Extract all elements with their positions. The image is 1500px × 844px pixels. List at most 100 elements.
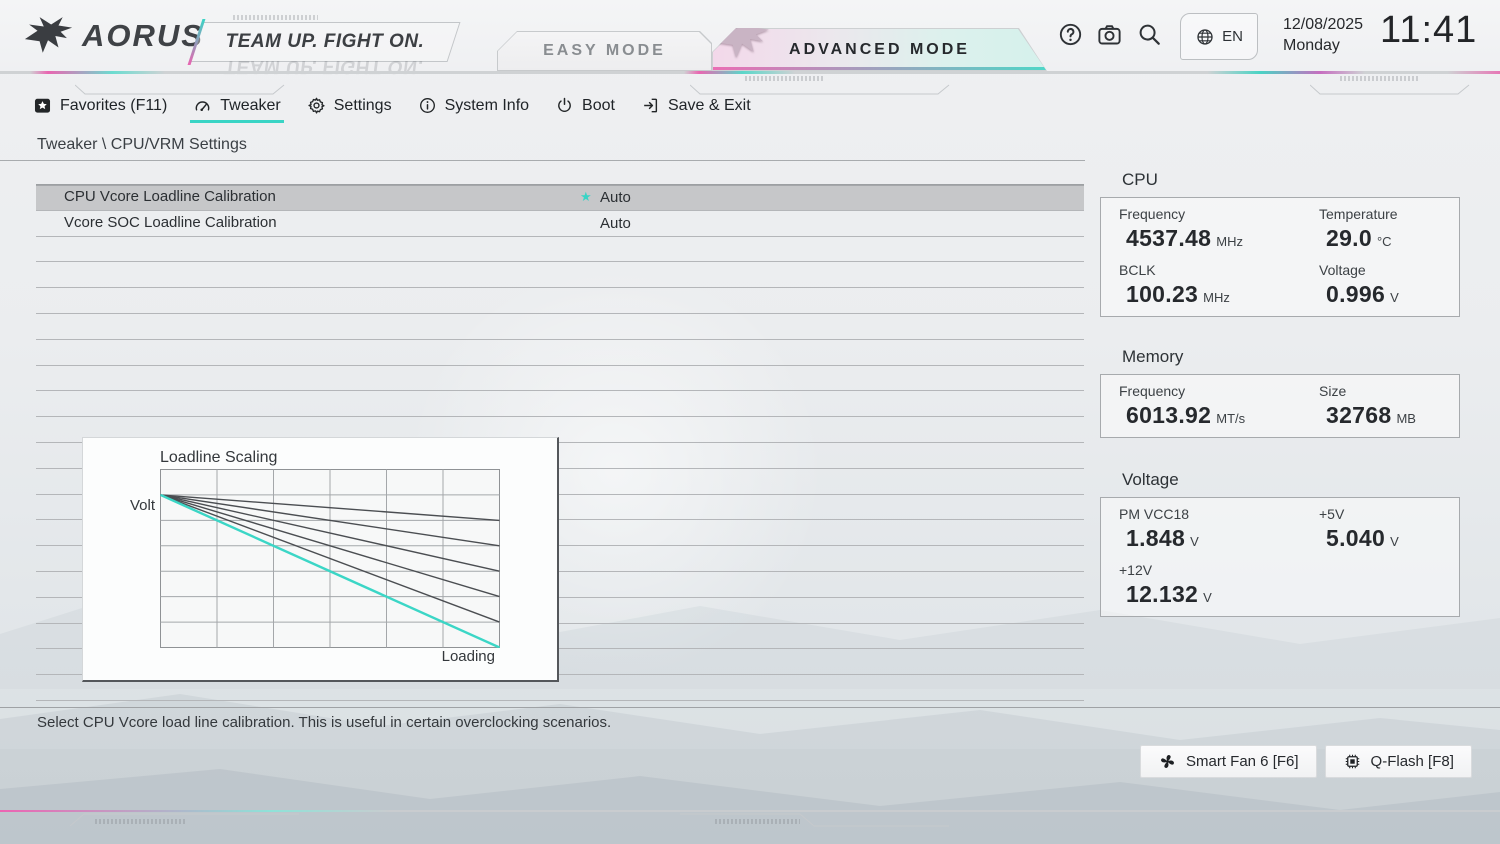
metric-label: BCLK xyxy=(1119,262,1319,278)
content-divider xyxy=(0,160,1085,161)
exit-icon xyxy=(641,96,660,115)
settings-row-empty xyxy=(36,288,1084,314)
setting-value-text: Auto xyxy=(600,215,631,232)
settings-row-vcore-soc-loadline-calibration[interactable]: Vcore SOC Loadline Calibration Auto xyxy=(36,211,1084,237)
metric-value: 0.996 xyxy=(1326,281,1385,308)
setting-value: Auto xyxy=(580,211,631,236)
metric-value: 100.23 xyxy=(1126,281,1198,308)
metric-value: 5.040 xyxy=(1326,525,1385,552)
menu-item-save-exit[interactable]: Save & Exit xyxy=(641,96,751,115)
setting-label: CPU Vcore Loadline Calibration xyxy=(64,185,276,210)
settings-row-empty xyxy=(36,391,1084,417)
tab-easy-mode[interactable]: EASY MODE xyxy=(497,31,712,71)
metric-value: 32768 xyxy=(1326,402,1391,429)
metric-unit: °C xyxy=(1377,234,1392,249)
metric-label: Frequency xyxy=(1119,206,1319,222)
slogan-banner: TEAM UP. FIGHT ON. xyxy=(190,22,461,62)
mode-tabs: EASY MODE ADVANCED MODE xyxy=(497,28,1047,71)
advanced-mode-falcon-icon xyxy=(714,15,770,63)
settings-row-empty xyxy=(36,340,1084,366)
settings-row-empty xyxy=(36,314,1084,340)
sidebar-section-voltage: VoltagePM VCC181.848V+5V5.040V+12V12.132… xyxy=(1100,470,1460,617)
star-icon xyxy=(33,96,52,115)
sidebar-section-cpu: CPUFrequency4537.48MHzTemperature29.0°CB… xyxy=(1100,170,1460,317)
weekday-text: Monday xyxy=(1283,37,1340,55)
deco-line xyxy=(75,84,285,96)
metric-value: 29.0 xyxy=(1326,225,1372,252)
aorus-falcon-icon xyxy=(22,15,74,57)
metric-temperature: Temperature29.0°C xyxy=(1319,206,1459,252)
metric-bclk: BCLK 100.23 MHz xyxy=(1119,262,1319,308)
metric-value-row: 0.996 V xyxy=(1319,281,1459,308)
tab-label: ADVANCED MODE xyxy=(789,41,970,59)
menu-item-favorites-f11[interactable]: Favorites (F11) xyxy=(33,96,167,115)
settings-row-empty xyxy=(36,262,1084,288)
sidebar-section-box: Frequency4537.48MHzTemperature29.0°CBCLK… xyxy=(1100,197,1460,317)
deco-microtext xyxy=(95,819,185,824)
tab-advanced-mode[interactable]: ADVANCED MODE xyxy=(712,28,1047,71)
hw-monitor-sidebar: CPUFrequency4537.48MHzTemperature29.0°CB… xyxy=(1100,170,1460,647)
metric-unit: V xyxy=(1390,534,1399,549)
sidebar-section-title: Memory xyxy=(1122,347,1460,367)
deco-line xyxy=(70,813,300,827)
metric-value: 6013.92 xyxy=(1126,402,1211,429)
action-buttons: Smart Fan 6 [F6] Q-Flash [F8] xyxy=(1140,745,1472,778)
main-menu: Favorites (F11) Tweaker Settings System Inf… xyxy=(33,96,751,115)
metric-value-row: 4537.48MHz xyxy=(1119,225,1319,252)
button-label: Smart Fan 6 [F6] xyxy=(1186,753,1299,770)
menu-item-label: Boot xyxy=(582,97,615,115)
metric-unit: V xyxy=(1390,290,1399,305)
help-text: Select CPU Vcore load line calibration. … xyxy=(37,714,611,731)
button-label: Q-Flash [F8] xyxy=(1371,753,1454,770)
deco-microtext xyxy=(745,76,825,81)
metric-unit: MHz xyxy=(1203,290,1230,305)
settings-row-cpu-vcore-loadline-calibration[interactable]: CPU Vcore Loadline Calibration ★Auto xyxy=(36,185,1084,211)
metric-value-row: 12.132V xyxy=(1119,581,1319,608)
metric-label: Voltage xyxy=(1319,262,1459,278)
help-divider xyxy=(0,707,1500,708)
chart-y-axis-label: Volt xyxy=(97,497,155,514)
sidebar-section-memory: MemoryFrequency6013.92MT/sSize32768MB xyxy=(1100,347,1460,438)
fan-icon xyxy=(1158,752,1177,771)
language-button[interactable]: EN xyxy=(1180,13,1258,60)
chart-title: Loadline Scaling xyxy=(160,449,277,467)
metric-value-row: 29.0 °C xyxy=(1319,225,1459,252)
power-icon xyxy=(555,96,574,115)
metric-value: 4537.48 xyxy=(1126,225,1211,252)
metric-unit: MT/s xyxy=(1216,411,1245,426)
bottom-decoration xyxy=(0,810,1500,812)
header: AORUS TEAM UP. FIGHT ON. TEAM UP. FIGHT … xyxy=(0,0,1500,72)
deco-line xyxy=(690,84,950,96)
metric-label: PM VCC18 xyxy=(1119,506,1319,522)
menu-item-label: Settings xyxy=(334,97,392,115)
globe-icon xyxy=(1195,27,1215,47)
screenshot-camera-icon[interactable] xyxy=(1096,21,1123,48)
menu-item-settings[interactable]: Settings xyxy=(307,96,392,115)
metric-value: 12.132 xyxy=(1126,581,1198,608)
settings-row-empty xyxy=(36,237,1084,263)
breadcrumb: Tweaker \ CPU/VRM Settings xyxy=(37,136,247,154)
metric-12v: +12V12.132V xyxy=(1119,562,1319,608)
deco-microtext xyxy=(1340,76,1420,81)
metric-value-row: 32768MB xyxy=(1319,402,1459,429)
menu-item-tweaker[interactable]: Tweaker xyxy=(193,96,280,115)
metric-label: Frequency xyxy=(1119,383,1319,399)
menu-item-label: Save & Exit xyxy=(668,97,751,115)
setting-value-text: Auto xyxy=(600,189,631,206)
metric-unit: V xyxy=(1190,534,1199,549)
slogan-text: TEAM UP. FIGHT ON. xyxy=(197,23,453,61)
button-q-flash-f8[interactable]: Q-Flash [F8] xyxy=(1325,745,1472,778)
setting-label: Vcore SOC Loadline Calibration xyxy=(64,211,277,236)
menu-item-label: Tweaker xyxy=(220,97,280,115)
metric-pm-vcc18: PM VCC181.848V xyxy=(1119,506,1319,552)
menu-item-label: Favorites (F11) xyxy=(60,97,167,115)
setting-value: ★Auto xyxy=(580,185,631,210)
sidebar-section-title: Voltage xyxy=(1122,470,1460,490)
menu-item-system-info[interactable]: System Info xyxy=(418,96,529,115)
button-smart-fan-6-f6[interactable]: Smart Fan 6 [F6] xyxy=(1140,745,1317,778)
tab-label: EASY MODE xyxy=(543,42,666,60)
chart-x-axis-label: Loading xyxy=(442,648,495,665)
help-icon[interactable] xyxy=(1057,21,1084,48)
menu-item-boot[interactable]: Boot xyxy=(555,96,615,115)
search-icon[interactable] xyxy=(1136,21,1163,48)
